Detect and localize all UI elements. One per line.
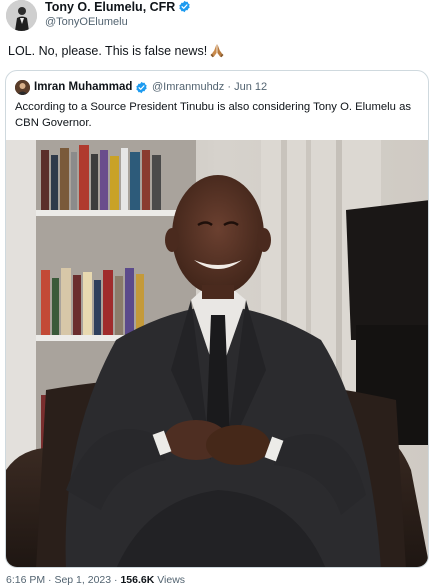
tweet-footer: 6:16 PM · Sep 1, 2023 · 156.6K Views	[6, 574, 185, 586]
footer-separator-1: ·	[48, 574, 52, 586]
man-seated-in-suit-photo	[6, 140, 428, 567]
author-handle[interactable]: @TonyOElumelu	[45, 15, 128, 29]
quoted-author-avatar[interactable]	[15, 80, 30, 95]
footer-separator-2: ·	[114, 574, 118, 586]
folded-hands-icon	[210, 44, 224, 58]
tweet-text-content: LOL. No, please. This is false news!	[8, 44, 208, 58]
views-label: Views	[157, 574, 186, 586]
author-name-text[interactable]: Tony O. Elumelu, CFR	[45, 0, 175, 14]
quoted-tweet-card[interactable]: Imran Muhammad @Imranmuhdz · Jun 12 Acco…	[5, 70, 429, 568]
quoted-tweet-date[interactable]: Jun 12	[234, 81, 267, 93]
quoted-meta-separator: ·	[227, 81, 232, 93]
quoted-tweet-photo[interactable]	[6, 140, 428, 567]
tweet-text: LOL. No, please. This is false news!	[8, 42, 225, 60]
quoted-verified-badge-icon	[136, 81, 147, 94]
views-count[interactable]: 156.6K	[120, 574, 154, 586]
author-name[interactable]: Tony O. Elumelu, CFR	[45, 0, 191, 15]
tweet-time[interactable]: 6:16 PM	[6, 574, 45, 586]
avatar-portrait-icon	[6, 0, 37, 31]
quoted-tweet-meta: @Imranmuhdz · Jun 12	[152, 80, 267, 95]
quoted-avatar-portrait-icon	[15, 80, 30, 95]
quoted-author-name[interactable]: Imran Muhammad	[34, 80, 132, 95]
author-avatar[interactable]	[6, 0, 37, 31]
verified-badge-icon	[179, 0, 190, 13]
quoted-author-handle[interactable]: @Imranmuhdz	[152, 81, 224, 93]
tweet-date[interactable]: Sep 1, 2023	[54, 574, 111, 586]
tweet-header: Tony O. Elumelu, CFR @TonyOElumelu	[0, 0, 441, 34]
quoted-tweet-text: According to a Source President Tinubu i…	[15, 101, 412, 129]
